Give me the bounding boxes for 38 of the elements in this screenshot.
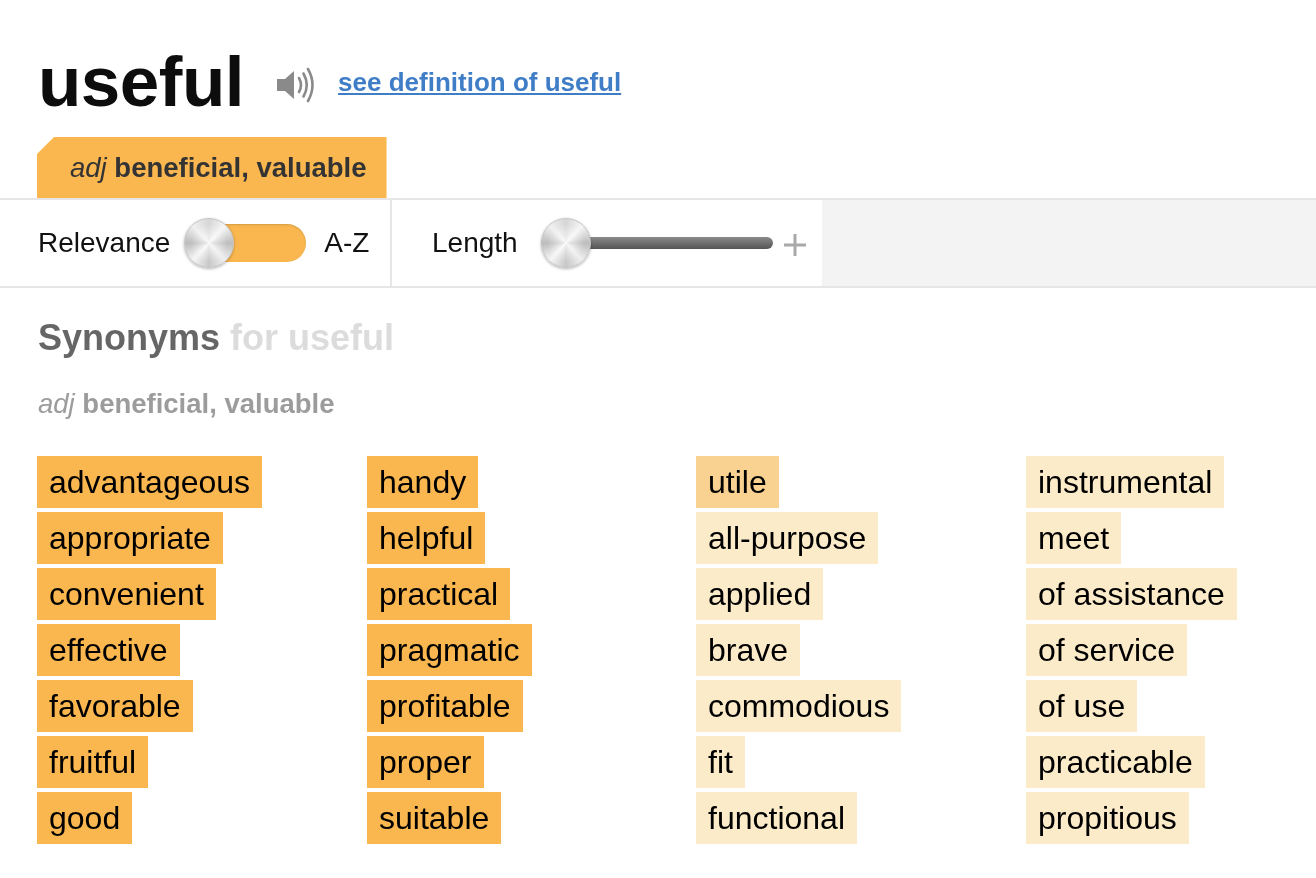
sort-label: A-Z <box>324 227 370 259</box>
sort-label: Relevance <box>38 227 171 259</box>
headword-title: useful <box>38 46 245 117</box>
synonym-link[interactable]: fit <box>696 736 745 788</box>
synonym-link[interactable]: profitable <box>367 680 523 732</box>
synonym-link[interactable]: of use <box>1026 680 1138 732</box>
synonym-link[interactable]: practical <box>367 568 511 620</box>
synonym-link[interactable]: advantageous <box>37 456 263 508</box>
length-label: Length <box>432 227 518 259</box>
synonym-link[interactable]: good <box>37 792 133 844</box>
synonym-link[interactable]: fruitful <box>37 736 149 788</box>
synonym-link[interactable]: proper <box>367 736 484 788</box>
synonym-link[interactable]: appropriate <box>37 512 223 564</box>
synonym-link[interactable]: helpful <box>367 512 486 564</box>
synonym-link[interactable]: brave <box>696 624 801 676</box>
synonym-link[interactable]: utile <box>696 456 779 508</box>
synonym-link[interactable]: practicable <box>1026 736 1205 788</box>
synonym-link[interactable]: favorable <box>37 680 193 732</box>
synonym-link[interactable]: commodious <box>696 680 902 732</box>
synonym-link[interactable]: of assistance <box>1026 568 1237 620</box>
sense-tab[interactable]: adj beneficial, valuable <box>37 137 387 198</box>
synonym-link[interactable]: functional <box>696 792 857 844</box>
synonym-link[interactable]: handy <box>367 456 479 508</box>
slider-handle[interactable] <box>540 218 591 268</box>
synonym-link[interactable]: applied <box>696 568 824 620</box>
synonym-link[interactable]: instrumental <box>1026 456 1225 508</box>
synonym-link[interactable]: suitable <box>367 792 502 844</box>
plus-icon[interactable] <box>783 234 806 256</box>
synonym-link[interactable]: all-purpose <box>696 512 879 564</box>
synonym-link[interactable]: effective <box>37 624 180 676</box>
sense-text: adj beneficial, valuable <box>38 389 335 419</box>
synonym-link[interactable]: convenient <box>37 568 216 620</box>
definition-link[interactable]: see definition of useful <box>338 67 622 98</box>
synonym-link[interactable]: propitious <box>1026 792 1189 844</box>
synonym-link[interactable]: of service <box>1026 624 1187 676</box>
synonym-link[interactable]: pragmatic <box>367 624 532 676</box>
synonym-link[interactable]: meet <box>1026 512 1122 564</box>
sort-toggle[interactable] <box>184 218 307 268</box>
